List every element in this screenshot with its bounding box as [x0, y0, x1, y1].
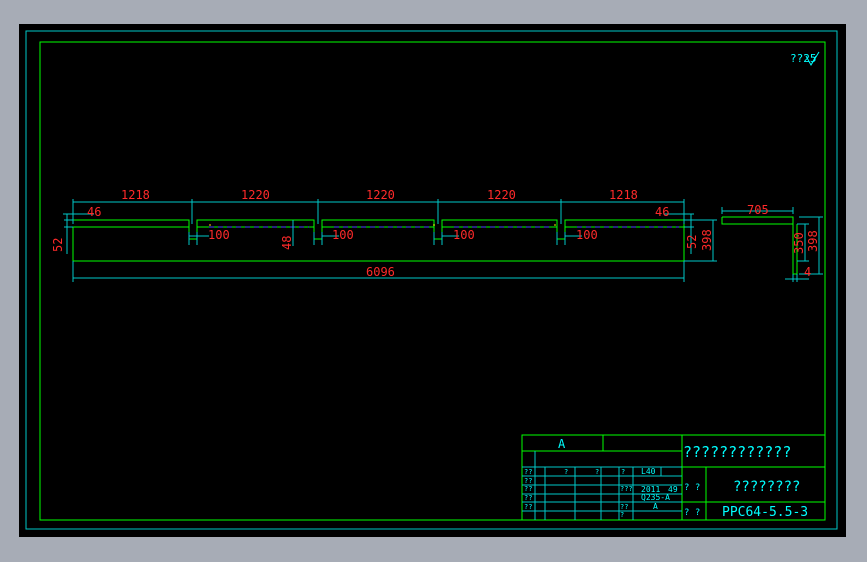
- dim-right-tab: 46: [655, 205, 669, 219]
- row-label-5: ?: [621, 468, 625, 476]
- cell-d: ??: [524, 494, 532, 502]
- dim-slot4: 100: [576, 228, 598, 242]
- material-3: Q235-A: [641, 493, 670, 502]
- row-label-1: ??: [524, 468, 532, 476]
- drawing-sheet: ??25 1218 1220 1220 1220 1218 46 46 100 …: [19, 24, 846, 537]
- cell-e: ??: [524, 503, 532, 511]
- dim-left-tab: 46: [87, 205, 101, 219]
- cad-drawing: ??25 1218 1220 1220 1220 1218 46 46 100 …: [25, 30, 838, 530]
- dim-seg1: 1218: [121, 188, 150, 202]
- material-4: A: [653, 502, 658, 511]
- row-label-3: ?: [564, 468, 568, 476]
- row-label-4: ?: [595, 468, 599, 476]
- dim-side-length: 705: [747, 203, 769, 217]
- label-a: ? ?: [684, 483, 700, 493]
- dim-right-height: 52: [685, 235, 699, 249]
- cell-c: ??: [524, 485, 532, 493]
- dim-slot1: 100: [208, 228, 230, 242]
- cell-f: ???: [620, 485, 633, 493]
- dim-slot3: 100: [453, 228, 475, 242]
- row-label-2: ??: [524, 477, 532, 485]
- dim-seg2: 1220: [241, 188, 270, 202]
- dim-total-length: 6096: [366, 265, 395, 279]
- material-1: L40: [641, 467, 656, 476]
- dim-side-thickness: 4: [804, 265, 811, 279]
- cell-g: ??: [620, 503, 628, 511]
- part-name: ????????: [733, 479, 800, 495]
- dim-seg4: 1220: [487, 188, 516, 202]
- dim-notch-depth: 48: [280, 236, 294, 250]
- drawing-number: PPC64-5.5-3: [722, 505, 808, 520]
- cell-h: ?: [620, 511, 624, 519]
- dim-seg3: 1220: [366, 188, 395, 202]
- revision-label: A: [558, 437, 566, 451]
- dim-side-total: 398: [806, 230, 820, 252]
- company-name: ????????????: [683, 443, 791, 461]
- dim-left-height: 52: [51, 238, 65, 252]
- dim-seg5: 1218: [609, 188, 638, 202]
- label-b: ? ?: [684, 508, 700, 518]
- dim-side-height: 350: [792, 232, 806, 254]
- dim-total-height: 398: [700, 229, 714, 251]
- dim-slot2: 100: [332, 228, 354, 242]
